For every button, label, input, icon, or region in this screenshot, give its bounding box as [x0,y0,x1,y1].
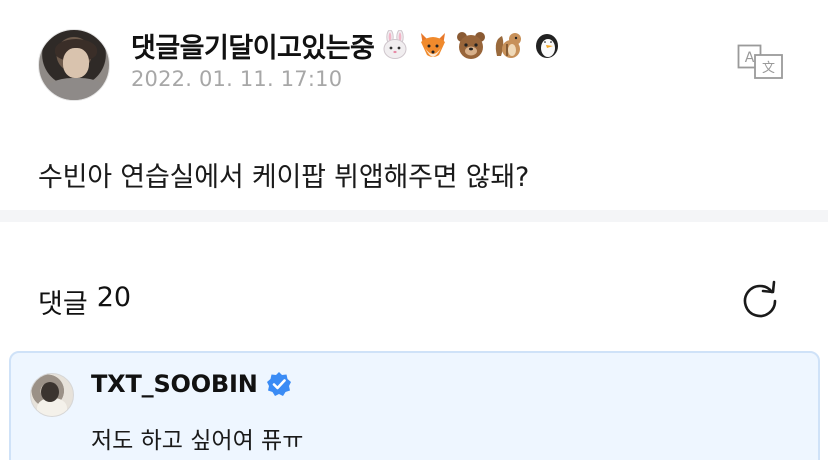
comments-header: 댓글 20 [0,222,828,352]
rabbit-emoji [378,29,412,61]
svg-text:A: A [745,50,755,66]
reply-author-row[interactable]: TXT_SOOBIN [91,370,292,398]
author-avatar[interactable] [38,29,110,101]
chipmunk-emoji [492,29,526,61]
section-divider [0,210,828,222]
comments-title: 댓글 20 [38,282,131,321]
reply-text: 저도 하고 싶어여 퓨ㅠ [91,428,304,454]
author-name-row[interactable]: 댓글을기달이고있는중 [131,26,564,64]
refresh-button[interactable] [739,279,781,321]
svg-text:文: 文 [762,61,775,76]
translate-icon: A 文 [737,44,783,79]
penguin-emoji [530,29,564,61]
author-name[interactable]: 댓글을기달이고있는중 [131,26,375,65]
post-body: 수빈아 연습실에서 케이팝 뷔앱해주면 않돼? [38,162,530,193]
comments-label: 댓글 [38,289,88,320]
comments-count: 20 [96,282,132,313]
refresh-icon [743,280,777,318]
post-card: 댓글을기달이고있는중 2022. 01. 11. 17:10 A 文 수빈아 연… [0,0,828,210]
reply-author-avatar[interactable] [30,373,74,417]
bear-emoji [454,29,488,61]
fox-emoji [416,29,450,61]
pinned-reply[interactable]: TXT_SOOBIN 저도 하고 싶어여 퓨ㅠ [9,351,820,460]
translate-button[interactable]: A 文 [737,44,785,80]
post-timestamp: 2022. 01. 11. 17:10 [131,67,343,91]
verified-badge-icon [266,371,292,397]
reply-author-name[interactable]: TXT_SOOBIN [91,370,258,398]
